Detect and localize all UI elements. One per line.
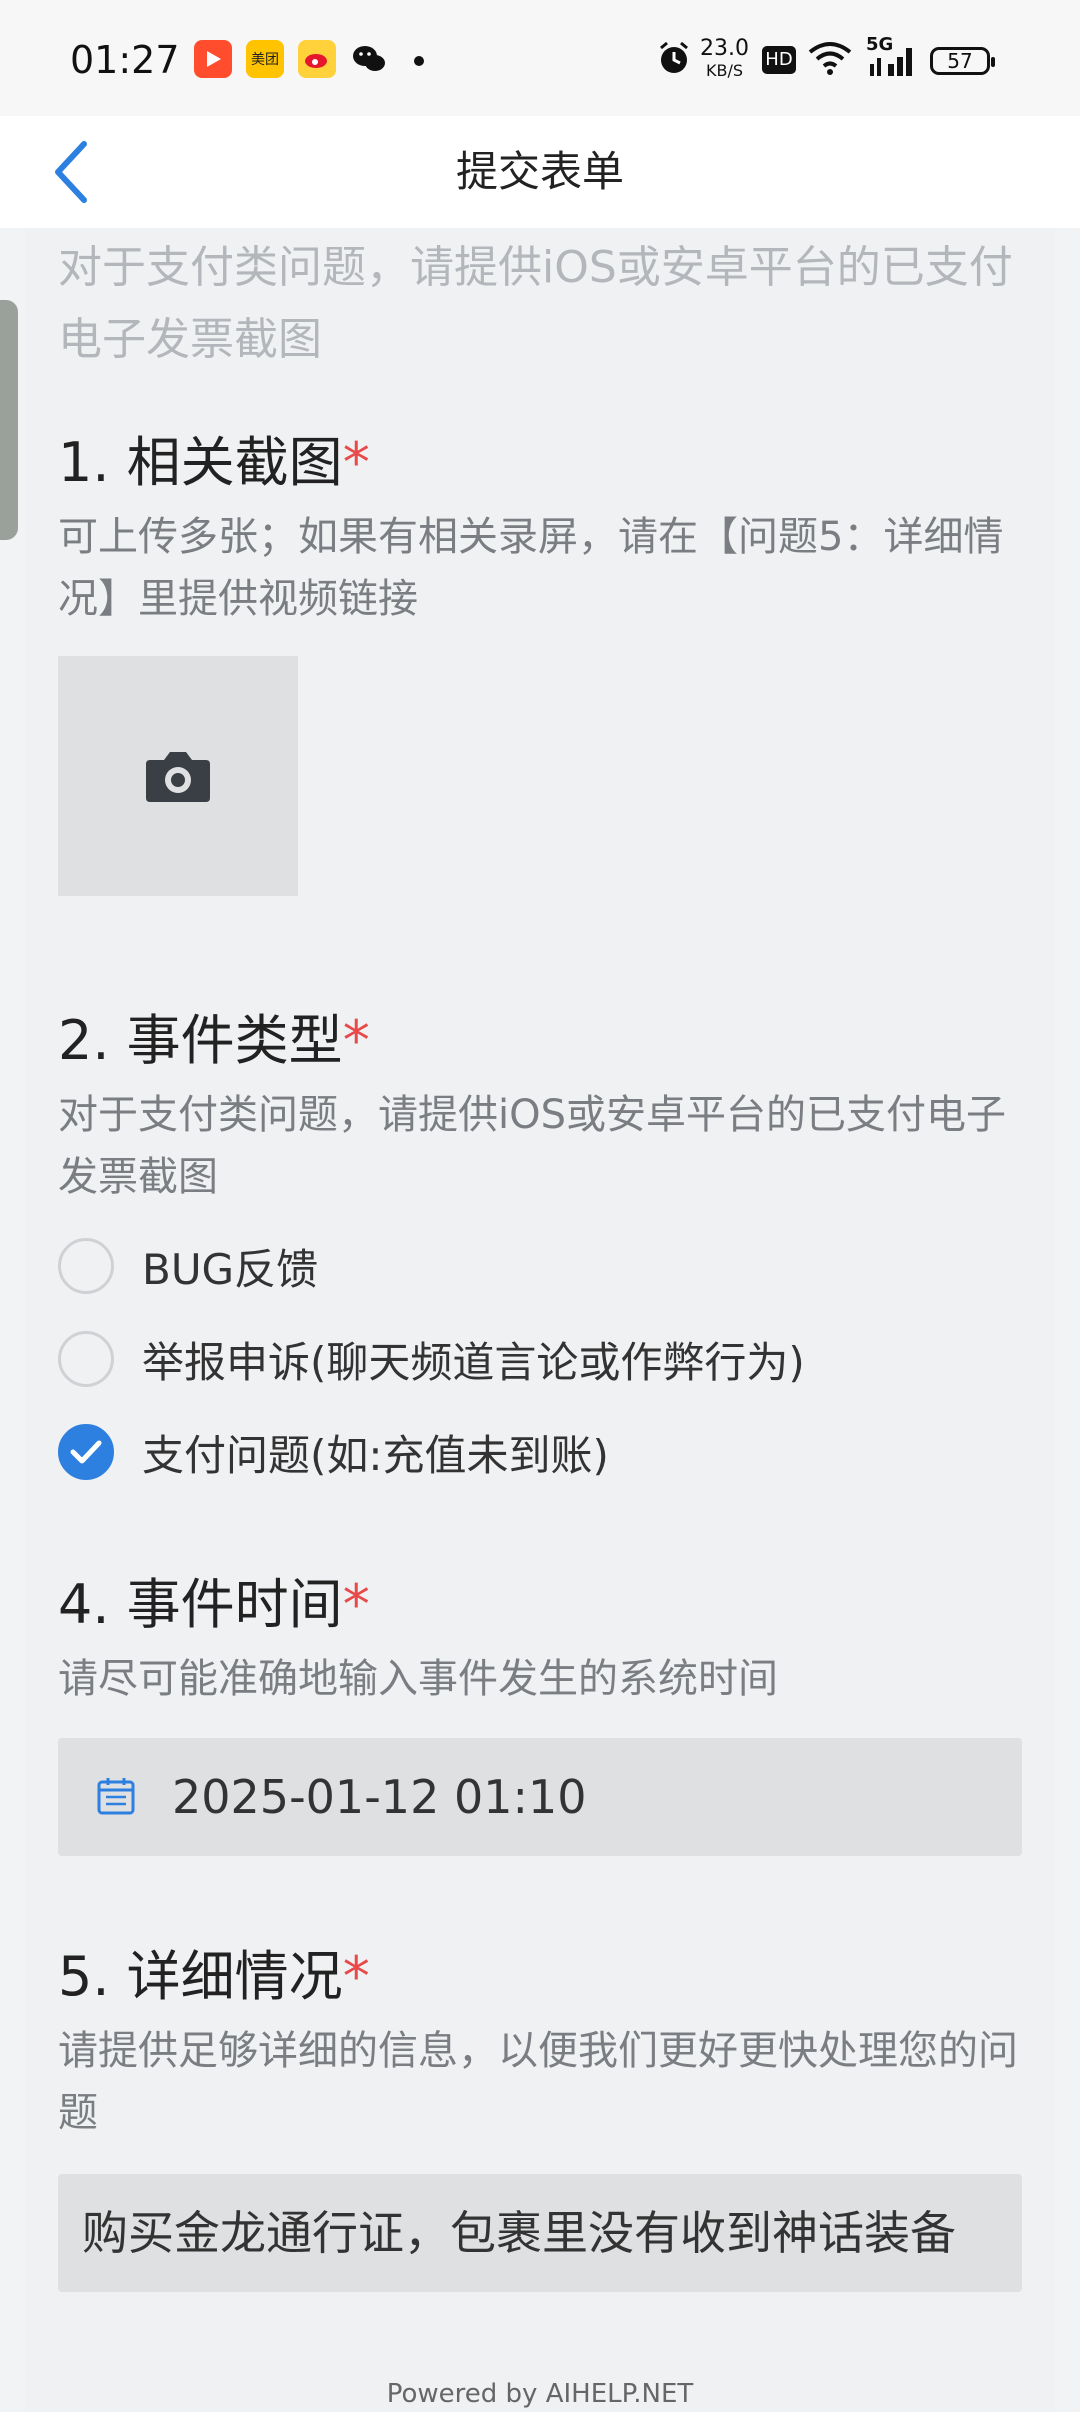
radio-option-bug[interactable]: BUG反馈 [58, 1236, 1018, 1296]
question-5-label: 5. 详细情况 [58, 1945, 343, 2008]
powered-by-footer: Powered by AIHELP.NET [386, 2379, 694, 2409]
event-time-value: 2025-01-12 01:10 [172, 1770, 587, 1824]
nav-bar: 提交表单 [0, 116, 1080, 228]
upload-screenshot-button[interactable] [58, 656, 298, 896]
net-speed-unit: KB/S [705, 61, 743, 80]
hd-badge: HD [762, 46, 796, 74]
question-4-label: 4. 事件时间 [58, 1573, 343, 1636]
camera-icon [146, 752, 210, 802]
question-2-desc: 对于支付类问题，请提供iOS或安卓平台的已支付电子发票截图 [58, 1092, 1006, 1200]
weibo-icon [298, 40, 336, 78]
question-5-desc: 请提供足够详细的信息，以便我们更好更快处理您的问题 [58, 2028, 1018, 2136]
chevron-left-icon [55, 141, 87, 203]
question-4-title: 4. 事件时间* [58, 1560, 1018, 1639]
signal-icon [866, 44, 918, 82]
notification-dot [414, 56, 424, 66]
status-bar: 01:27 美团 23.0 KB/S HD 5G 57 [0, 0, 1080, 116]
event-time-field[interactable]: 2025-01-12 01:10 [58, 1738, 1022, 1856]
checkmark-icon [70, 1440, 102, 1464]
status-time: 01:27 [70, 38, 180, 82]
required-mark: * [342, 1945, 370, 2008]
page-title: 提交表单 [455, 147, 624, 196]
form-intro-text: 对于支付类问题，请提供iOS或安卓平台的已支付电子发票截图 [58, 242, 1013, 365]
wechat-icon [350, 40, 388, 78]
radio-circle[interactable] [58, 1331, 114, 1387]
question-2-title: 2. 事件类型* [58, 996, 1018, 1075]
question-1-title: 1. 相关截图* [58, 418, 1018, 497]
radio-circle[interactable] [58, 1238, 114, 1294]
net-speed: 23.0 KB/S [700, 38, 749, 82]
radio-label: 举报申诉(聊天频道言论或作弊行为) [142, 1337, 805, 1387]
radio-option-report[interactable]: 举报申诉(聊天频道言论或作弊行为) [58, 1329, 1018, 1389]
alarm-icon [656, 40, 692, 82]
meituan-icon: 美团 [246, 40, 284, 78]
radio-circle-checked[interactable] [58, 1424, 114, 1480]
back-button[interactable] [30, 116, 110, 228]
battery-indicator: 57 [930, 47, 995, 75]
question-5-title: 5. 详细情况* [58, 1932, 1018, 2011]
wifi-icon [808, 40, 852, 82]
required-mark: * [342, 431, 370, 494]
question-1-label: 1. 相关截图 [58, 431, 343, 494]
video-app-icon [194, 40, 232, 78]
radio-label: 支付问题(如:充值未到账) [142, 1430, 609, 1480]
radio-option-payment[interactable]: 支付问题(如:充值未到账) [58, 1422, 1018, 1482]
required-mark: * [342, 1573, 370, 1636]
radio-label: BUG反馈 [142, 1244, 319, 1294]
details-input-value: 购买金龙通行证，包裹里没有收到神话装备 [82, 2206, 956, 2260]
details-input[interactable]: 购买金龙通行证，包裹里没有收到神话装备 [58, 2174, 1022, 2292]
question-1-desc: 可上传多张；如果有相关录屏，请在【问题5：详细情况】里提供视频链接 [58, 514, 1004, 622]
floating-side-handle[interactable] [0, 300, 18, 540]
question-4-desc: 请尽可能准确地输入事件发生的系统时间 [58, 1656, 778, 1702]
net-speed-value: 23.0 [700, 36, 749, 61]
calendar-icon [97, 1778, 135, 1815]
required-mark: * [342, 1009, 370, 1072]
question-2-label: 2. 事件类型 [58, 1009, 343, 1072]
